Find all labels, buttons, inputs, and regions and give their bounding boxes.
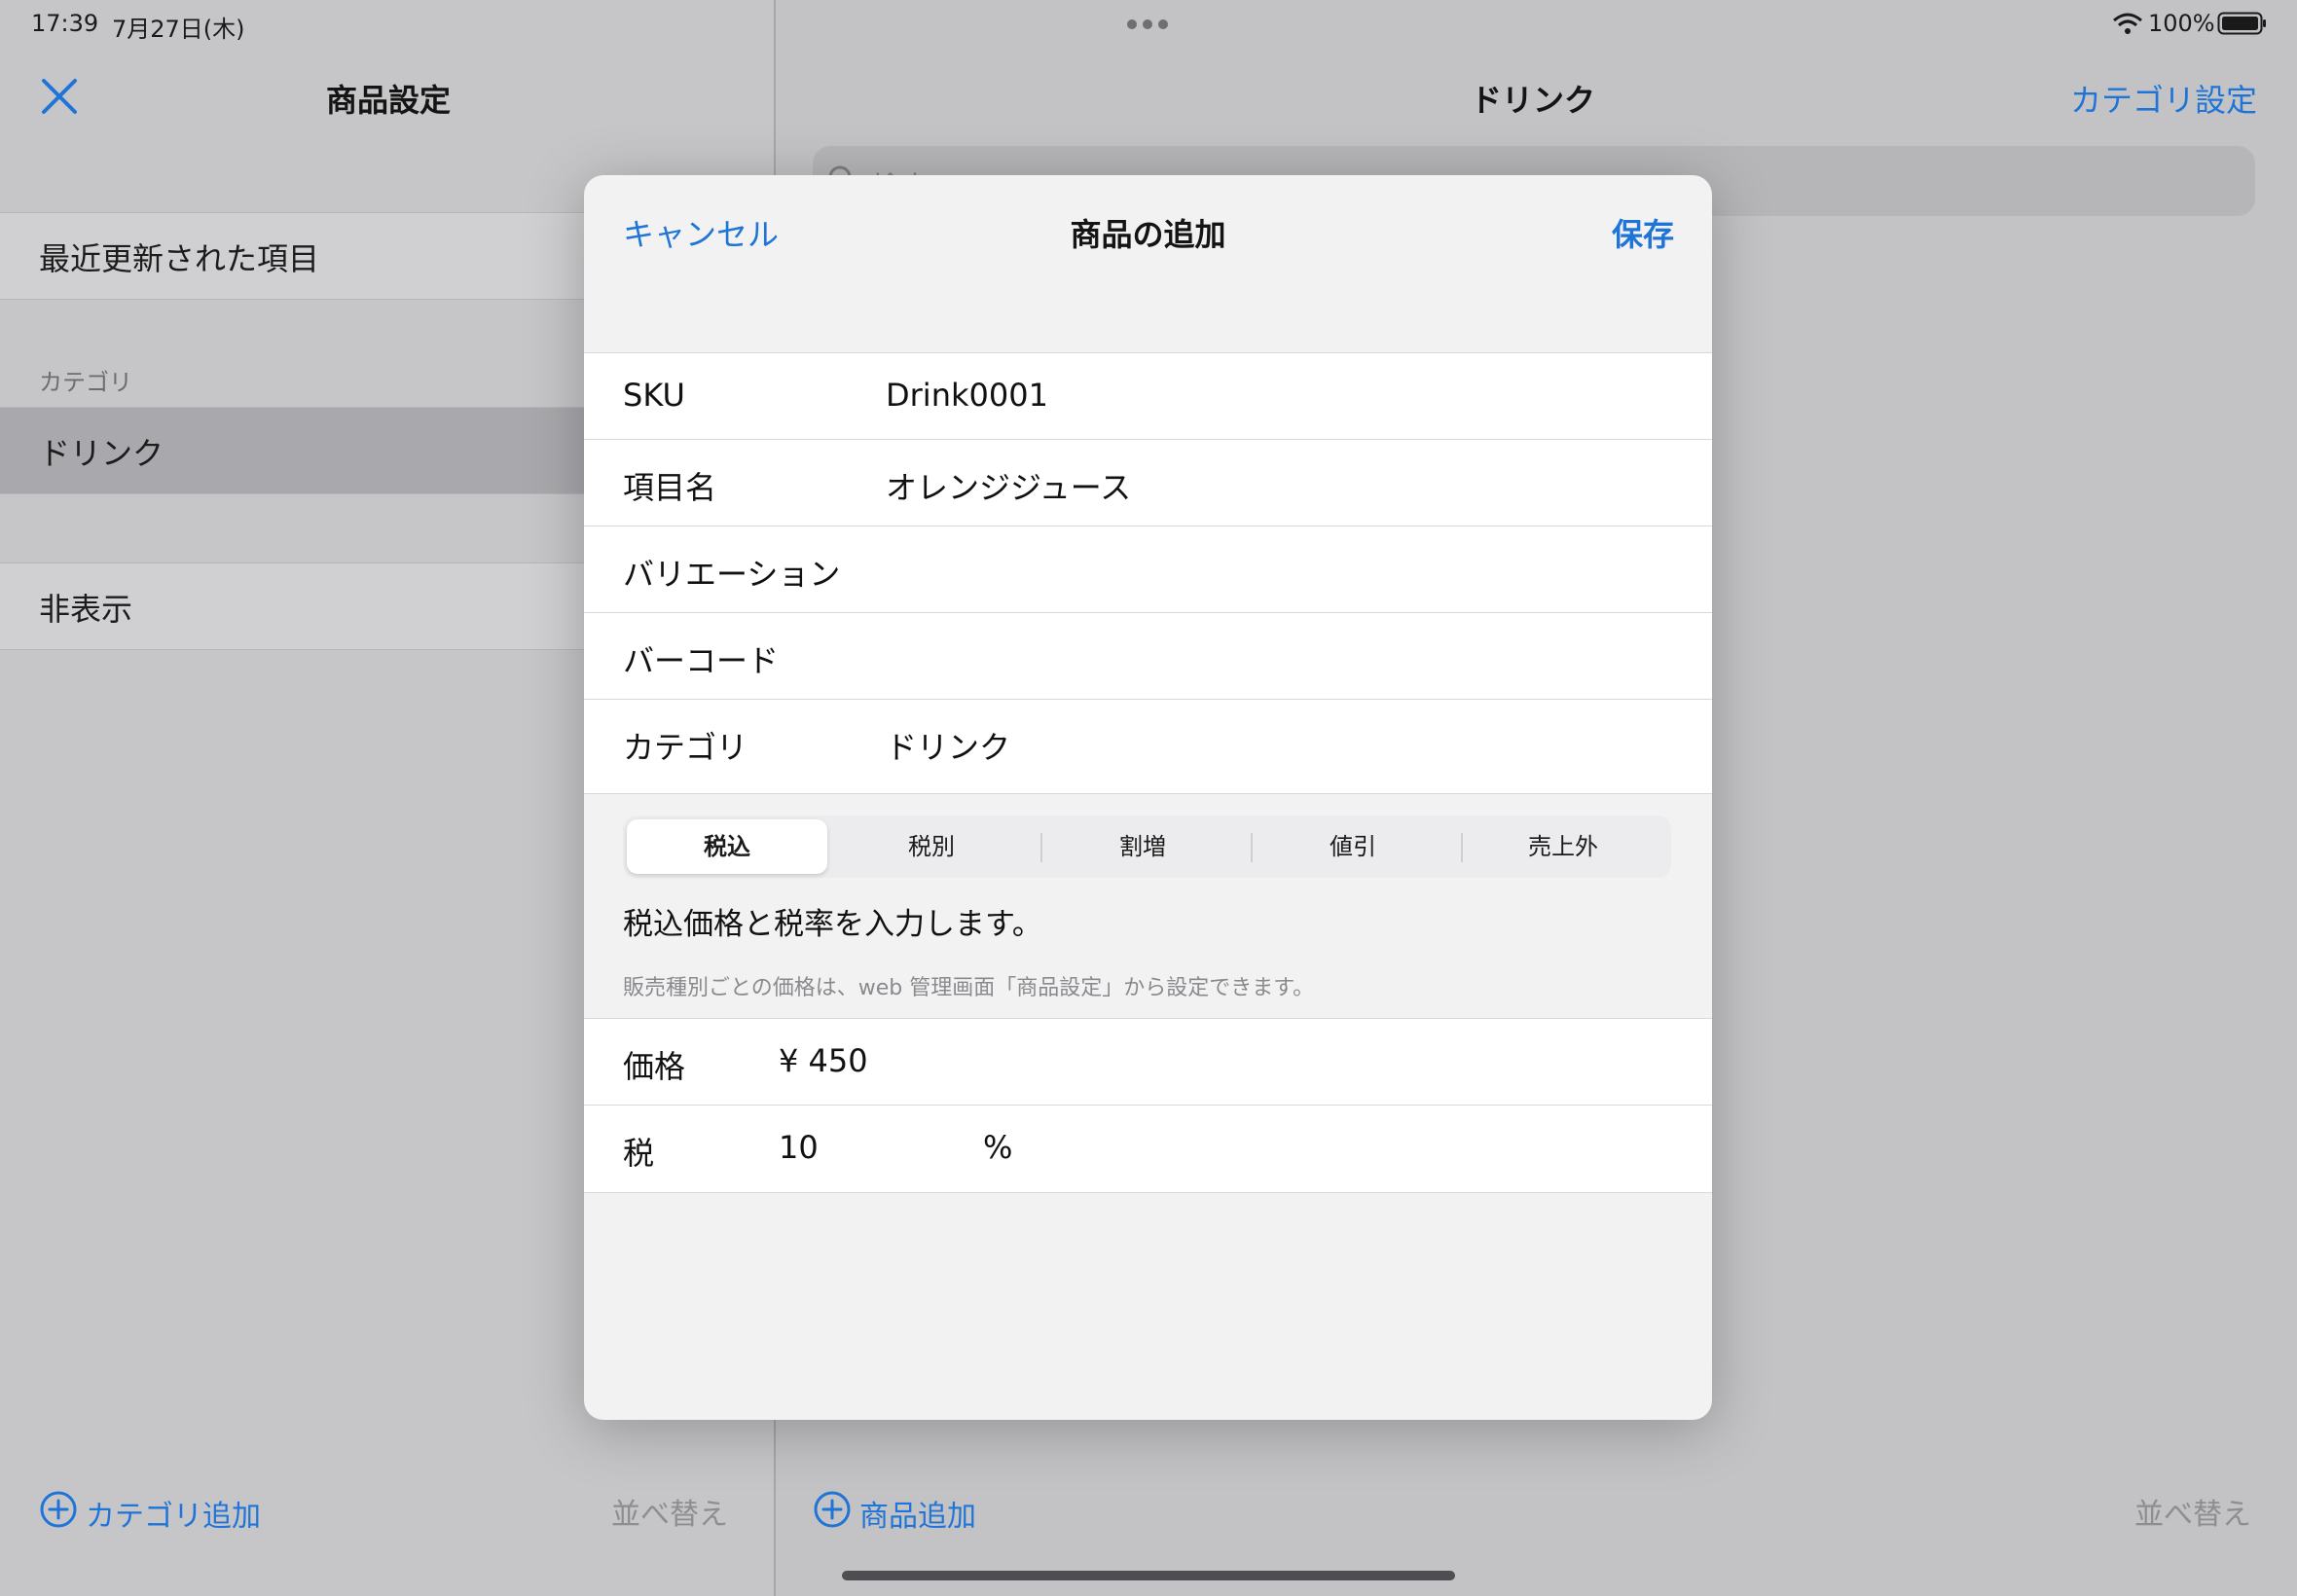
home-indicator xyxy=(842,1571,1455,1580)
category-label: カテゴリ xyxy=(623,729,748,766)
sku-row[interactable]: SKU Drink0001 xyxy=(584,353,1712,440)
segment-non-sales[interactable]: 売上外 xyxy=(1463,819,1663,874)
tax-label: 税 xyxy=(623,1135,655,1172)
add-product-modal: キャンセル 商品の追加 保存 SKU Drink0001 項目名 オレンジジュー… xyxy=(584,175,1712,1420)
category-settings-button[interactable]: カテゴリ設定 xyxy=(2070,76,2257,121)
tax-rate-field[interactable]: 10 xyxy=(779,1129,819,1166)
main-sort-button[interactable]: 並べ替え xyxy=(2134,1490,2251,1533)
sidebar-item-label: ドリンク xyxy=(39,435,164,472)
tax-type-segmented-control[interactable]: 税込 税別 割増 値引 売上外 xyxy=(623,816,1671,878)
product-form: SKU Drink0001 項目名 オレンジジュース バリエーション バーコード… xyxy=(584,352,1712,970)
name-row[interactable]: 項目名 オレンジジュース xyxy=(584,440,1712,526)
barcode-row[interactable]: バーコード xyxy=(584,613,1712,700)
add-category-label: カテゴリ追加 xyxy=(86,1500,261,1534)
segment-tax-excluded[interactable]: 税別 xyxy=(831,819,1032,874)
tax-unit: % xyxy=(983,1129,1013,1166)
multitask-dots-icon[interactable] xyxy=(1126,16,1169,34)
plus-circle-icon xyxy=(39,1490,78,1529)
name-field[interactable]: オレンジジュース xyxy=(886,463,1131,508)
battery-percent: 100% xyxy=(2148,10,2215,37)
sidebar-item-recent[interactable]: 最近更新された項目 xyxy=(0,212,584,300)
tax-row[interactable]: 税 10 % xyxy=(584,1106,1712,1191)
status-time: 17:39 xyxy=(31,10,99,37)
sidebar-item-label: 非表示 xyxy=(39,591,133,628)
price-field[interactable]: ¥ 450 xyxy=(779,1042,868,1079)
wifi-icon xyxy=(2112,12,2143,35)
category-row[interactable]: カテゴリ ドリンク xyxy=(584,700,1712,794)
add-product-label: 商品追加 xyxy=(859,1500,976,1534)
sidebar-sort-button[interactable]: 並べ替え xyxy=(611,1490,728,1533)
main-title: ドリンク xyxy=(1471,82,1596,119)
price-label: 価格 xyxy=(623,1048,686,1085)
sku-label: SKU xyxy=(623,377,685,414)
save-button[interactable]: 保存 xyxy=(1612,210,1674,255)
price-tax-group: 価格 ¥ 450 税 10 % xyxy=(584,1018,1712,1193)
segment-tax-included[interactable]: 税込 xyxy=(627,819,827,874)
status-date: 7月27日(木) xyxy=(112,16,245,43)
sku-field[interactable]: Drink0001 xyxy=(886,377,1048,414)
battery-icon xyxy=(2217,12,2268,39)
section-label-category: カテゴリ xyxy=(39,369,132,396)
sidebar-title: 商品設定 xyxy=(326,82,452,119)
price-row[interactable]: 価格 ¥ 450 xyxy=(584,1019,1712,1106)
sidebar-item-hidden[interactable]: 非表示 xyxy=(0,562,584,650)
barcode-label: バーコード xyxy=(623,642,780,679)
category-field[interactable]: ドリンク xyxy=(886,723,1010,768)
sidebar-item-label: 最近更新された項目 xyxy=(39,240,320,277)
close-icon[interactable] xyxy=(39,76,80,117)
variation-row[interactable]: バリエーション xyxy=(584,526,1712,613)
sidebar-item-drink[interactable]: ドリンク xyxy=(0,407,584,494)
segment-surcharge[interactable]: 割増 xyxy=(1042,819,1243,874)
plus-circle-icon xyxy=(813,1490,852,1529)
name-label: 項目名 xyxy=(623,469,717,506)
variation-label: バリエーション xyxy=(623,556,841,593)
segment-discount[interactable]: 値引 xyxy=(1253,819,1453,874)
modal-title: 商品の追加 xyxy=(1070,216,1226,253)
